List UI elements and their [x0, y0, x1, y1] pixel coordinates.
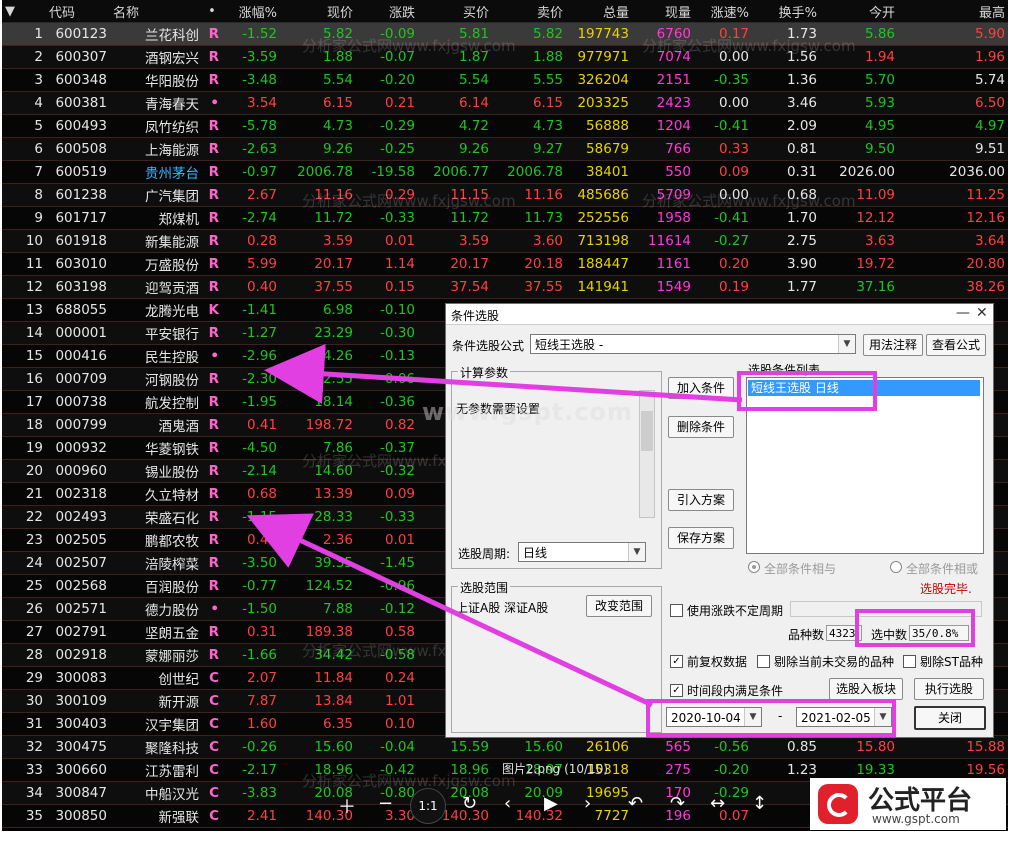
- viewer-caption: 图片2.png (10/10): [502, 762, 609, 776]
- arrow-to-row-22: [246, 513, 654, 708]
- actual-size-button[interactable]: 1:1: [410, 788, 446, 824]
- rotate-icon[interactable]: ↻: [462, 793, 477, 814]
- redo-icon[interactable]: ↷: [670, 793, 685, 814]
- logo-url: www.gspt.com: [872, 812, 960, 826]
- viewer-toolbar: ＋ − 1:1 ↻ ‹ ▶ › ↶ ↷ ↔ ↕: [332, 785, 782, 825]
- flip-horizontal-icon[interactable]: ↔: [710, 793, 725, 814]
- prev-icon[interactable]: ‹: [504, 793, 511, 814]
- zoom-out-icon[interactable]: −: [378, 793, 393, 814]
- undo-icon[interactable]: ↶: [628, 793, 643, 814]
- watermark-site: www.gspt.com: [422, 398, 634, 426]
- flip-vertical-icon[interactable]: ↕: [752, 793, 767, 814]
- stock-list-window: ▼ 代码 名称 • 涨幅% 现价 涨跌 买价 卖价 总量 现量 涨速% 换手% …: [2, 0, 1008, 831]
- zoom-in-icon[interactable]: ＋: [338, 793, 356, 819]
- play-icon[interactable]: ▶: [544, 793, 558, 814]
- next-icon[interactable]: ›: [584, 793, 591, 814]
- arrow-to-row-16: [264, 343, 743, 404]
- logo: 公式平台 www.gspt.com: [810, 778, 1006, 830]
- logo-mark-icon: [818, 784, 858, 824]
- bottom-margin: [0, 831, 1009, 841]
